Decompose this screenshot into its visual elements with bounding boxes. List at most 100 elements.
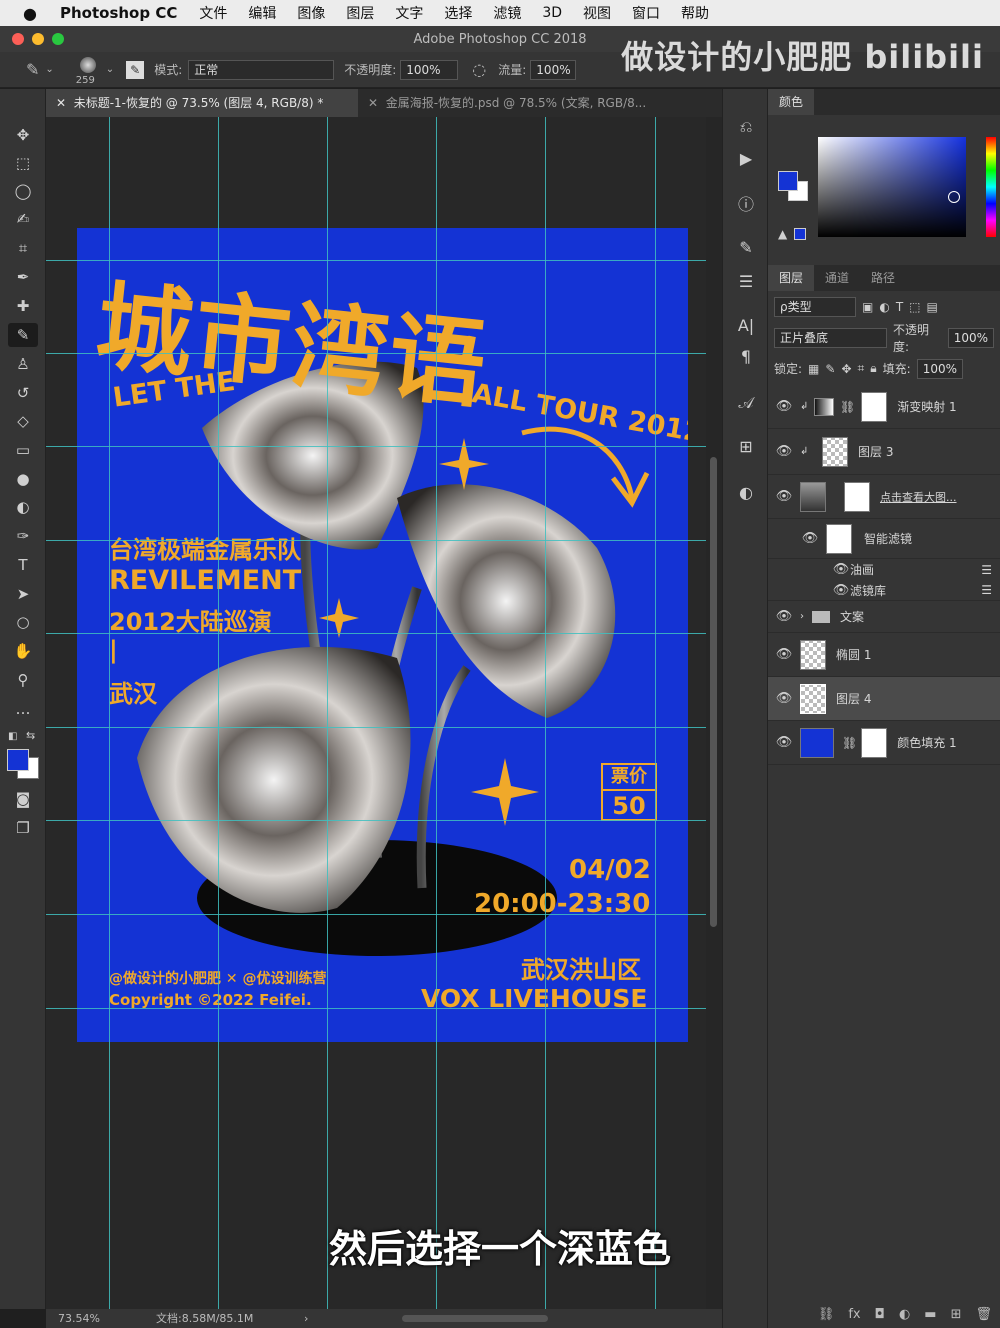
lock-transparency-icon[interactable]: ▦ (808, 362, 819, 376)
zoom-window-button[interactable] (52, 33, 64, 45)
lock-artboard-icon[interactable]: ⌗ (858, 361, 865, 376)
add-mask-icon[interactable]: ◘ (875, 1307, 885, 1322)
eye-icon[interactable]: 👁︎ (794, 531, 826, 546)
fill-color-thumbnail[interactable] (800, 727, 834, 758)
more-tools-icon[interactable]: … (8, 697, 38, 721)
chevron-right-icon[interactable]: › (304, 1309, 308, 1328)
eraser-tool-icon[interactable]: ◇ (8, 409, 38, 433)
swap-colors-icon[interactable]: ⇆ (26, 729, 35, 742)
eye-icon[interactable]: 👁︎ (768, 735, 800, 750)
move-tool-icon[interactable]: ✥ (8, 123, 38, 147)
foreground-color-swatch[interactable] (7, 749, 29, 771)
layer-name[interactable]: 颜色填充 1 (897, 734, 956, 751)
history-brush-tool-icon[interactable]: ↺ (8, 381, 38, 405)
tab-color[interactable]: 颜色 (768, 89, 815, 115)
horizontal-scrollbar[interactable] (402, 1315, 548, 1322)
menu-help[interactable]: 帮助 (681, 3, 709, 23)
path-select-tool-icon[interactable]: ➤ (8, 582, 38, 606)
layer-name[interactable]: 点击查看大图... (880, 489, 957, 505)
flow-input[interactable]: 100% (530, 59, 577, 80)
close-icon[interactable]: ✕ (368, 96, 386, 110)
menu-select[interactable]: 选择 (444, 3, 472, 23)
link-layers-icon[interactable]: ⛓︎ (818, 1307, 835, 1322)
paragraph-icon[interactable]: ¶ (731, 344, 761, 370)
menu-filter[interactable]: 滤镜 (493, 3, 521, 23)
pressure-opacity-icon[interactable]: ◌ (472, 60, 486, 79)
lasso-tool-icon[interactable]: ◯ (8, 179, 38, 203)
close-window-button[interactable] (12, 33, 24, 45)
guide-line[interactable] (218, 117, 219, 1309)
color-picker-cursor[interactable] (948, 191, 960, 203)
tab-channels[interactable]: 通道 (814, 265, 860, 291)
history-icon[interactable]: ⎌ (731, 114, 761, 140)
layer-row[interactable]: 👁︎ ⛓︎ 颜色填充 1 (768, 721, 1000, 765)
glyphs-icon[interactable]: 𝒜 (731, 390, 761, 416)
mode-select[interactable]: 正常 (188, 59, 335, 80)
type-filter-icon[interactable]: T (896, 300, 903, 314)
minimize-window-button[interactable] (32, 33, 44, 45)
delete-layer-icon[interactable]: 🗑︎ (975, 1307, 992, 1322)
layer-name[interactable]: 文案 (840, 608, 864, 625)
brush-settings-icon[interactable]: ✎ (731, 235, 761, 261)
layer-name[interactable]: 渐变映射 1 (897, 398, 956, 415)
guide-line[interactable] (109, 117, 110, 1309)
layer-name[interactable]: 智能滤镜 (864, 530, 912, 547)
close-icon[interactable]: ✕ (56, 96, 74, 110)
eye-icon[interactable]: 👁︎ (768, 609, 800, 624)
actions-play-icon[interactable]: ▶ (731, 146, 761, 172)
shape-filter-icon[interactable]: ⬚ (909, 300, 920, 314)
document-canvas[interactable]: 城市湾语 LET THE ALL TOUR 2012 台湾极端金属乐队 REVI… (46, 117, 722, 1309)
guide-line[interactable] (46, 727, 706, 728)
layer-row[interactable]: 👁︎ › 文案 (768, 601, 1000, 633)
eyedropper-tool-icon[interactable]: ✒ (8, 265, 38, 289)
layer-row[interactable]: 👁︎ 智能滤镜 (768, 519, 1000, 559)
adjustments-icon[interactable]: ☰ (731, 269, 761, 295)
healing-brush-tool-icon[interactable]: ✚ (8, 294, 38, 318)
smart-filter-mask-thumbnail[interactable] (826, 523, 852, 554)
layer-row[interactable]: 👁︎ 滤镜库 ☰ (768, 580, 1000, 601)
gamut-warning-icon[interactable]: ▲ (778, 227, 787, 241)
layer-row[interactable]: 👁︎ ↲ ⛓︎ 渐变映射 1 (768, 385, 1000, 429)
blur-tool-icon[interactable]: ● (8, 467, 38, 491)
eye-icon[interactable]: 👁︎ (768, 691, 800, 706)
character-icon[interactable]: A| (731, 313, 761, 339)
layer-name[interactable]: 油画 (850, 561, 874, 578)
layer-row[interactable]: 👁︎ 油画 ☰ (768, 559, 1000, 580)
dodge-tool-icon[interactable]: ◐ (8, 495, 38, 519)
new-group-icon[interactable]: ▬ (924, 1307, 936, 1322)
blend-mode-select[interactable]: 正片叠底 (774, 327, 888, 348)
foreground-color-swatch[interactable] (778, 171, 798, 191)
menu-image[interactable]: 图像 (297, 3, 325, 23)
quick-select-tool-icon[interactable]: ✍ (8, 207, 38, 231)
properties-icon[interactable]: ◐ (731, 480, 761, 506)
layer-mask-thumbnail[interactable] (844, 481, 870, 512)
menu-file[interactable]: 文件 (199, 3, 227, 23)
zoom-tool-icon[interactable]: ⚲ (8, 668, 38, 692)
chevron-right-icon[interactable]: › (800, 611, 812, 622)
layer-opacity-input[interactable]: 100% (947, 327, 994, 348)
guide-line[interactable] (436, 117, 437, 1309)
hand-tool-icon[interactable]: ✋ (8, 639, 38, 663)
eye-icon[interactable]: 👁︎ (832, 583, 850, 598)
menu-layer[interactable]: 图层 (346, 3, 374, 23)
layer-name[interactable]: 椭圆 1 (836, 646, 871, 663)
brush-panel-toggle-icon[interactable]: ✎ (126, 60, 145, 79)
eye-icon[interactable]: 👁︎ (768, 399, 800, 414)
layer-row[interactable]: 👁︎ 椭圆 1 (768, 633, 1000, 677)
guide-line[interactable] (46, 1008, 706, 1009)
apple-menu-icon[interactable]: ● (0, 4, 60, 23)
layer-mask-thumbnail[interactable] (861, 391, 888, 422)
crop-tool-icon[interactable]: ⌗ (8, 236, 38, 260)
color-picker-field[interactable] (818, 137, 966, 237)
vertical-scrollbar[interactable] (706, 117, 722, 1309)
adjustment-filter-icon[interactable]: ◐ (879, 300, 889, 314)
shape-layer-thumbnail[interactable] (800, 639, 826, 670)
layer-kind-filter[interactable]: ρ类型 (774, 296, 856, 317)
tab-document-2[interactable]: ✕ 金属海报-恢复的.psd @ 78.5% (文案, RGB/8... (358, 89, 722, 117)
guide-line[interactable] (46, 260, 706, 261)
new-layer-icon[interactable]: ⊞ (951, 1307, 962, 1322)
brush-tool-icon[interactable]: ✎ (26, 60, 39, 79)
brush-preset-picker[interactable]: 259 (74, 55, 102, 86)
layer-name[interactable]: 图层 4 (836, 690, 871, 707)
lock-pixels-icon[interactable]: ✎ (825, 362, 835, 376)
